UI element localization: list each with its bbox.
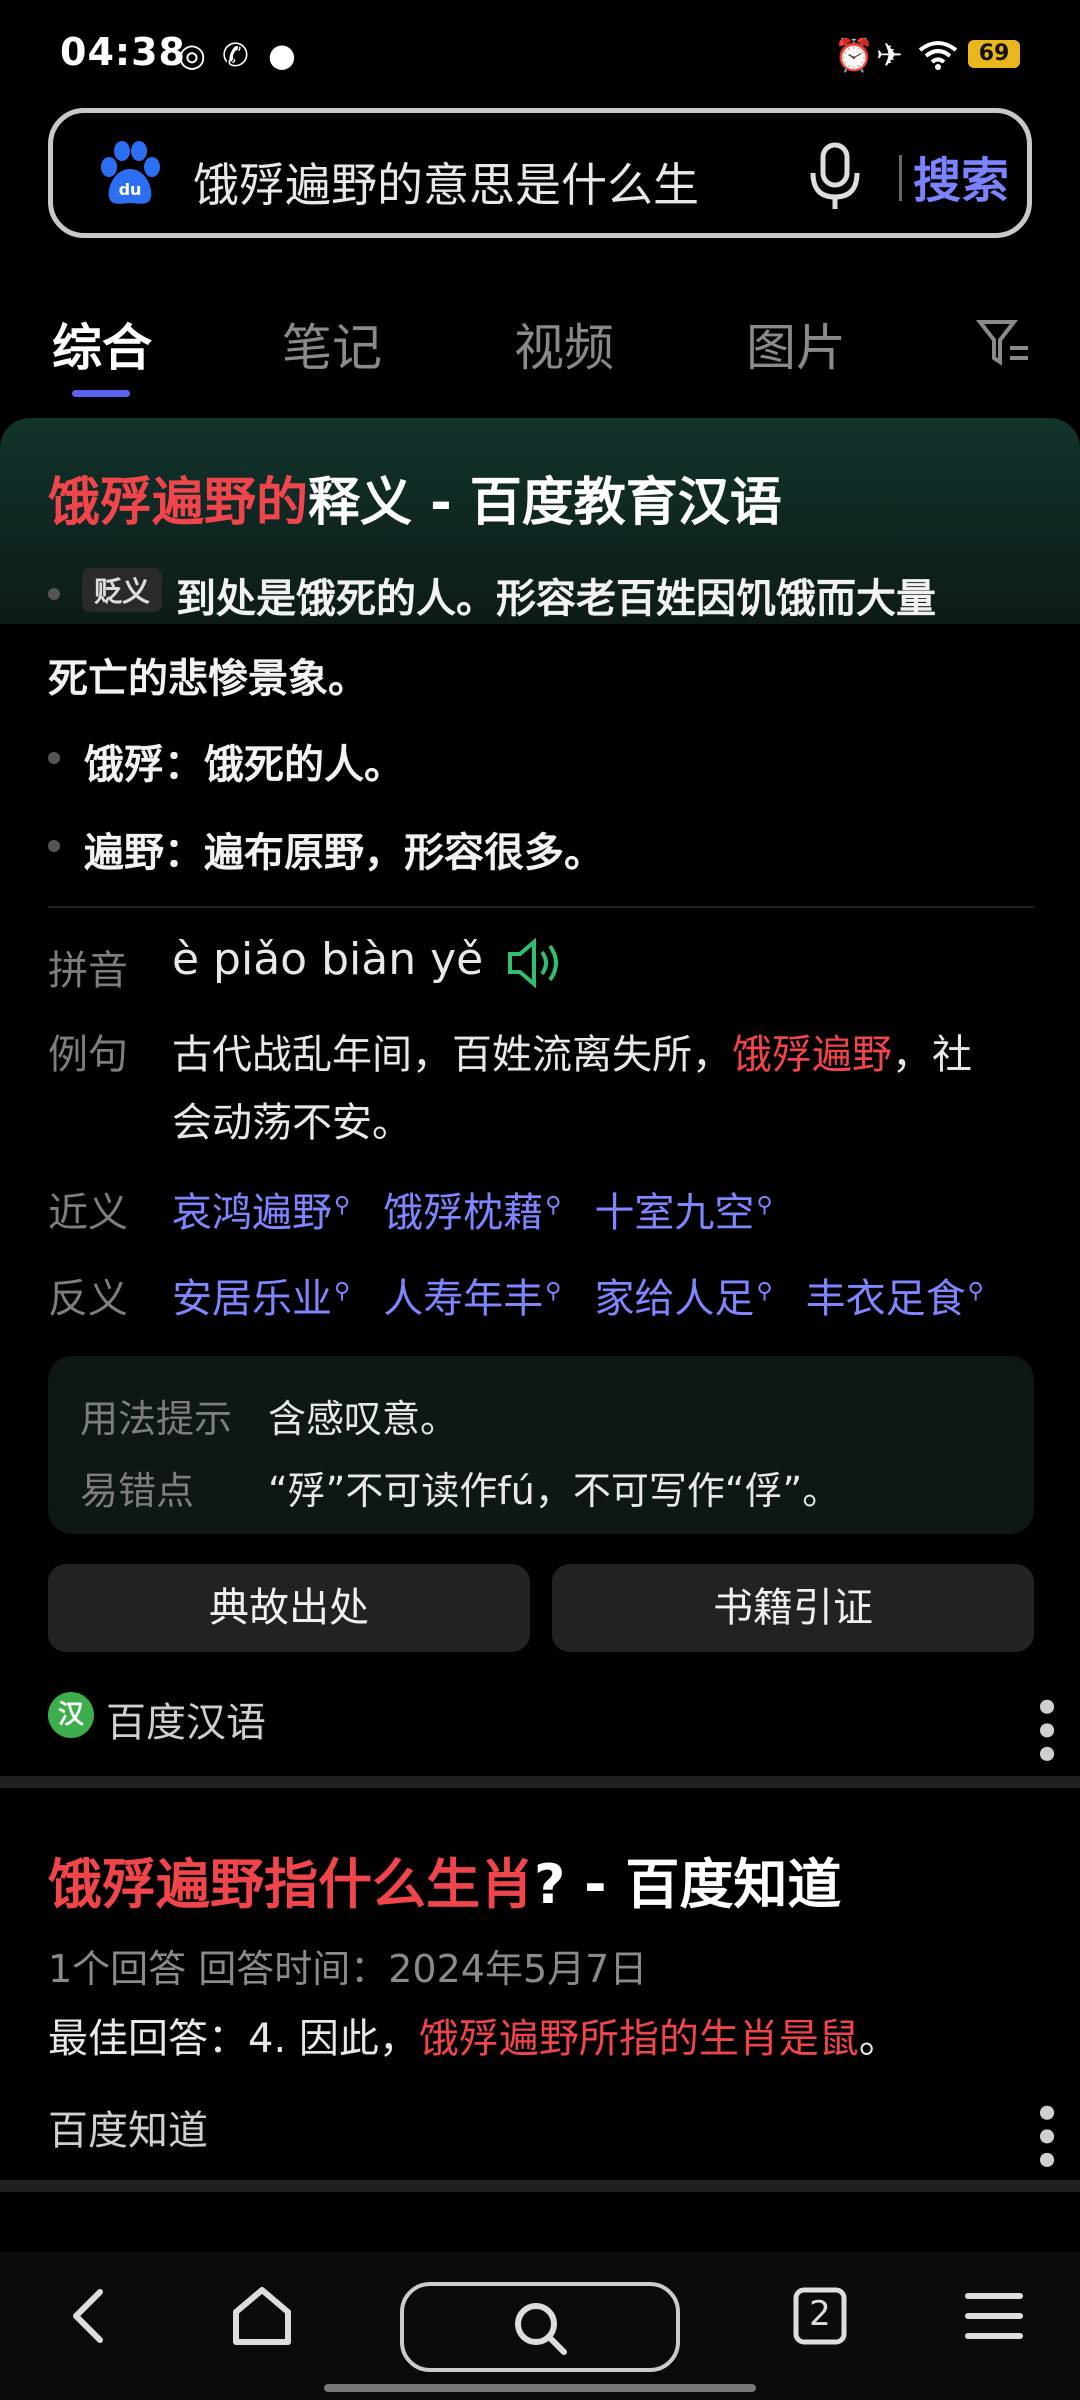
svg-text:du: du [119, 180, 142, 199]
source-name[interactable]: 百度知道 [48, 2098, 208, 2156]
tab-images[interactable]: 图片 [746, 308, 846, 380]
search-button[interactable]: 搜索 [891, 141, 1031, 211]
divider [48, 906, 1034, 908]
synonym-link[interactable]: 哀鸿遍野⚲ [172, 1190, 350, 1236]
search-icon: ⚲ [545, 1278, 562, 1304]
antonym-link[interactable]: 家给人足⚲ [594, 1276, 772, 1322]
section-separator [0, 2180, 1080, 2192]
definition-line: 到处是饿死的人。形容老百姓因饥饿而大量 [176, 576, 936, 622]
definition-item: 饿殍：饿死的人。 [84, 742, 404, 788]
example-text: 古代战乱年间，百姓流离失所， [172, 1032, 732, 1078]
pinyin-text: è piǎo biàn yě [172, 934, 484, 985]
sentiment-badge: 贬义 [82, 568, 163, 612]
source-name[interactable]: 百度汉语 [106, 1690, 266, 1748]
example-sentence-line2: 会动荡不安。 [172, 1100, 412, 1146]
best-answer-text: 。 [858, 2016, 899, 2062]
active-tab-indicator [72, 390, 130, 397]
search-icon: ⚲ [756, 1192, 773, 1218]
example-highlight: 饿殍遍野 [732, 1032, 892, 1078]
bullet-dot [48, 752, 60, 764]
result-title[interactable]: 饿殍遍野指什么生肖? - 百度知道 [48, 1840, 841, 1919]
answer-meta: 1个回答 回答时间：2024年5月7日 [48, 1947, 648, 1991]
wifi-icon [918, 40, 958, 74]
search-bar[interactable]: du 饿殍遍野的意思是什么生 搜索 [48, 108, 1032, 238]
status-bar: 04:38 ◎ ✆ ● ⏰ ✈ 69 [0, 0, 1080, 110]
synonym-link[interactable]: 十室九空⚲ [594, 1190, 772, 1236]
search-icon [515, 2303, 567, 2355]
search-icon: ⚲ [967, 1278, 984, 1304]
antonym-list: 安居乐业⚲ 人寿年丰⚲ 家给人足⚲ 丰衣足食⚲ [172, 1266, 984, 1324]
search-icon: ⚲ [334, 1192, 351, 1218]
example-sentence: 古代战乱年间，百姓流离失所，饿殍遍野，社 [172, 1022, 972, 1080]
battery-indicator: 69 [968, 40, 1020, 68]
search-icon: ⚲ [756, 1278, 773, 1304]
title-highlight: 饿殍遍野的 [48, 473, 309, 533]
home-icon[interactable] [222, 2276, 302, 2356]
filter-icon[interactable] [975, 318, 1032, 372]
best-answer-text: 最佳回答：4. 因此， [48, 2016, 419, 2062]
search-input[interactable]: 饿殍遍野的意思是什么生 [193, 149, 773, 215]
speaker-icon[interactable] [506, 936, 566, 994]
title-rest: ? - 百度知道 [534, 1853, 842, 1916]
book-citation-button[interactable]: 书籍引证 [552, 1564, 1034, 1652]
tab-notes[interactable]: 笔记 [282, 308, 382, 380]
usage-label: 用法提示 [80, 1397, 233, 1441]
tab-videos[interactable]: 视频 [514, 308, 614, 380]
bullet-dot [48, 840, 60, 852]
usage-text: 含感叹意。 [268, 1397, 459, 1441]
title-highlight: 饿殍遍野指什么生肖 [48, 1853, 534, 1916]
search-button[interactable] [400, 2282, 680, 2372]
more-options-icon[interactable]: ••• [1022, 2100, 1068, 2171]
bullet-dot [48, 588, 60, 600]
mistake-text: “殍”不可读作fú，不可写作“俘”。 [268, 1469, 841, 1513]
synonym-list: 哀鸿遍野⚲ 饿殍枕藉⚲ 十室九空⚲ [172, 1180, 773, 1238]
antonym-link[interactable]: 丰衣足食⚲ [806, 1276, 984, 1322]
example-label: 例句 [48, 1032, 128, 1078]
alarm-icon: ⏰ [834, 36, 874, 74]
mistake-label: 易错点 [80, 1469, 195, 1513]
search-icon: ⚲ [545, 1192, 562, 1218]
definition-item: 遍野：遍布原野，形容很多。 [84, 830, 604, 876]
gesture-bar[interactable] [324, 2384, 756, 2392]
more-options-icon[interactable]: ••• [1022, 1694, 1068, 1765]
title-rest: 释义 - 百度教育汉语 [308, 473, 782, 533]
tabs-icon[interactable]: 2 [780, 2276, 860, 2356]
antonym-label: 反义 [48, 1276, 128, 1322]
baidu-hanyu-logo-icon: 汉 [48, 1692, 94, 1738]
message-icon: ● [268, 36, 296, 74]
airplane-icon: ✈ [876, 36, 903, 74]
antonym-link[interactable]: 安居乐业⚲ [172, 1276, 350, 1322]
tab-count: 2 [809, 2294, 831, 2334]
best-answer: 最佳回答：4. 因此，饿殍遍野所指的生肖是鼠。 [48, 2006, 899, 2064]
section-separator [0, 1776, 1080, 1788]
pinyin-label: 拼音 [48, 948, 128, 994]
allusion-button[interactable]: 典故出处 [48, 1564, 530, 1652]
search-icon: ⚲ [334, 1278, 351, 1304]
status-time: 04:38 [60, 30, 186, 74]
target-icon: ◎ [178, 36, 206, 74]
definition-line: 死亡的悲惨景象。 [48, 656, 368, 702]
tab-all[interactable]: 综合 [52, 308, 152, 380]
example-text: ，社 [892, 1032, 972, 1078]
best-answer-highlight: 饿殍遍野所指的生肖是鼠 [418, 2016, 859, 2062]
synonym-label: 近义 [48, 1190, 128, 1236]
synonym-link[interactable]: 饿殍枕藉⚲ [383, 1190, 561, 1236]
back-icon[interactable] [50, 2276, 130, 2356]
microphone-icon[interactable] [805, 141, 865, 211]
result-title[interactable]: 饿殍遍野的释义 - 百度教育汉语 [48, 460, 782, 535]
baidu-logo-icon: du [95, 139, 165, 209]
phone-wifi-icon: ✆ [222, 36, 249, 74]
usage-tips-box: 用法提示 含感叹意。 易错点 “殍”不可读作fú，不可写作“俘”。 [48, 1356, 1034, 1534]
menu-icon[interactable] [954, 2276, 1034, 2356]
antonym-link[interactable]: 人寿年丰⚲ [383, 1276, 561, 1322]
